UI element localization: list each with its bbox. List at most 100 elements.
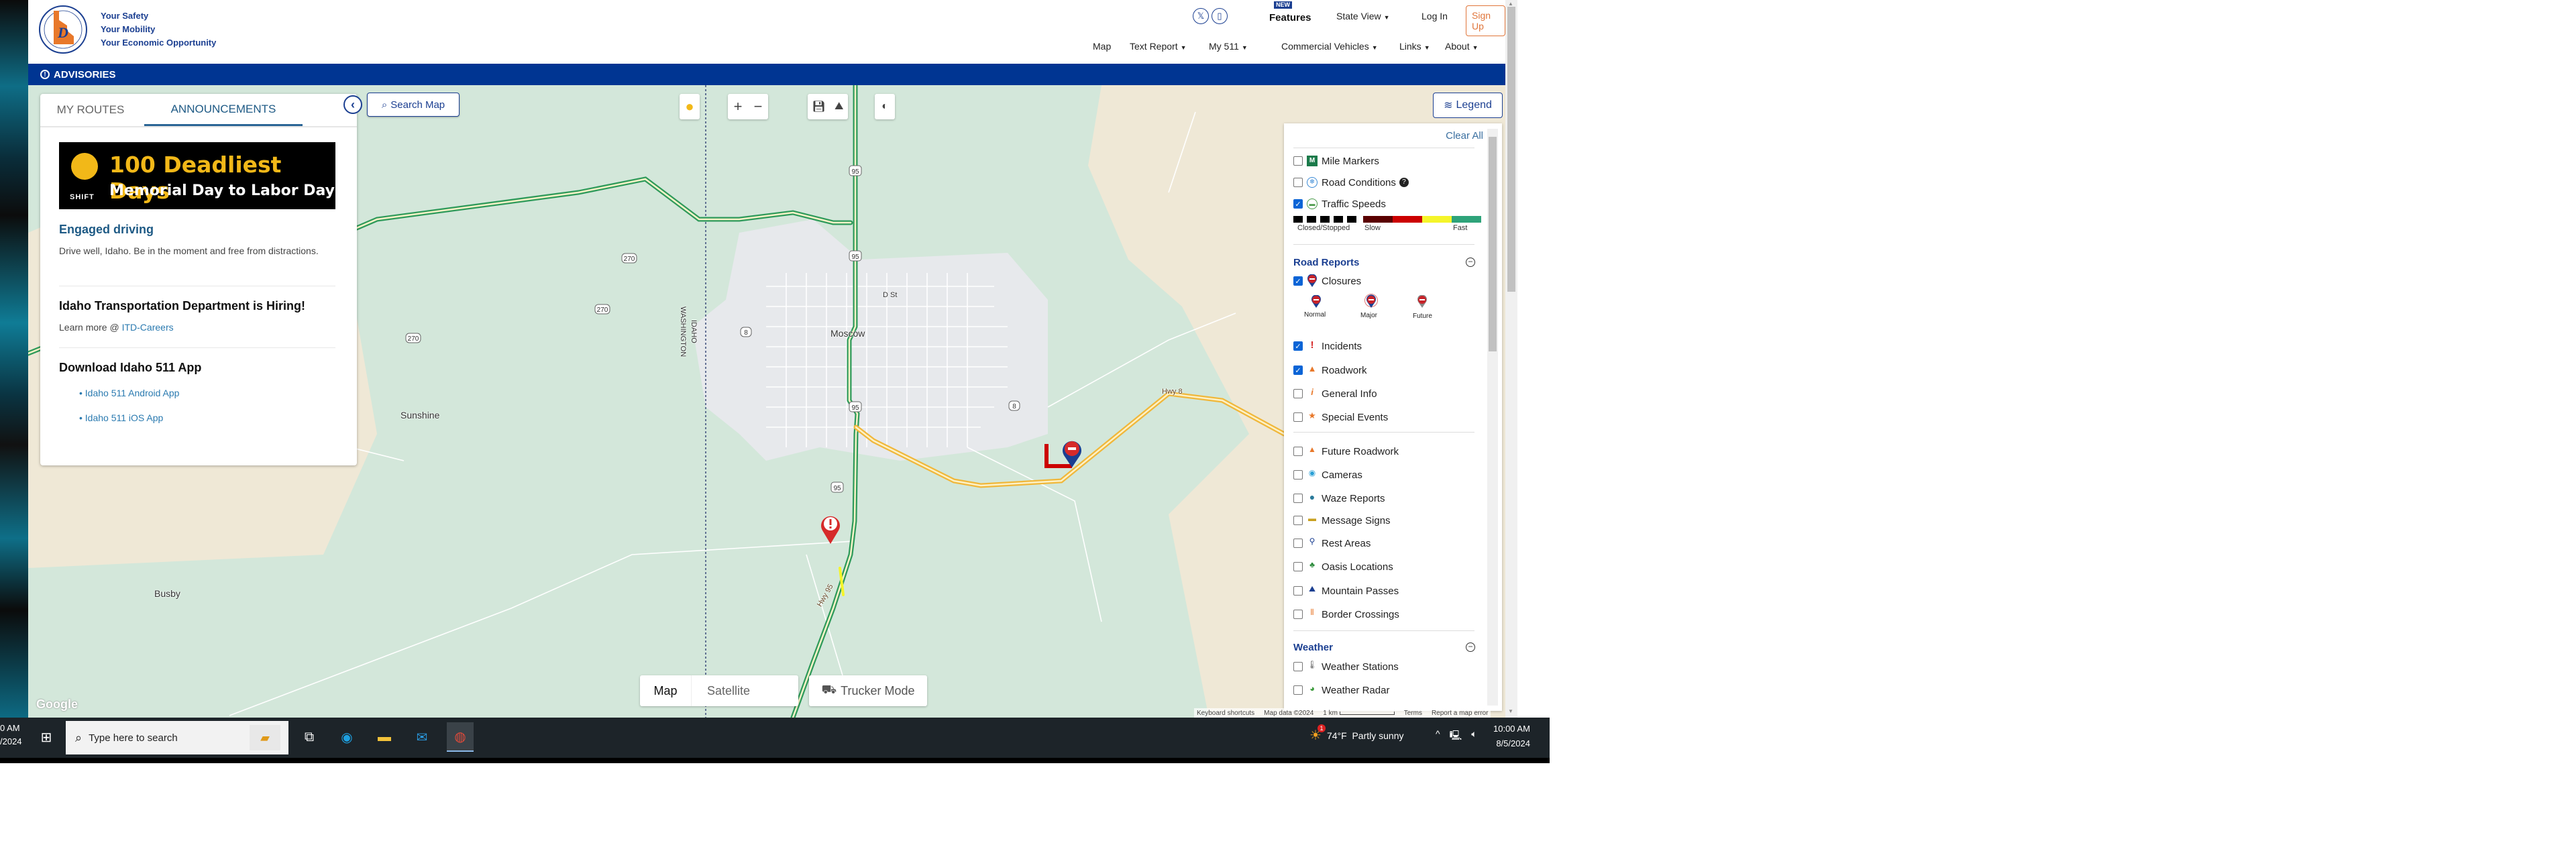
- page-scrollbar[interactable]: ▲ ▼: [1505, 0, 1517, 718]
- collapse-panel-button[interactable]: ‹: [343, 95, 362, 114]
- checkbox[interactable]: [1293, 156, 1303, 166]
- itd-logo[interactable]: D: [38, 3, 89, 56]
- clear-all-link[interactable]: Clear All: [1446, 130, 1483, 142]
- legend-item-special-events[interactable]: ★ Special Events: [1293, 409, 1388, 425]
- taskbar-search-box[interactable]: ⌕ Type here to search ▰: [66, 721, 288, 754]
- legend-item-general-info[interactable]: i General Info: [1293, 386, 1377, 402]
- save-map-controls: 💾︎ ⛰︎: [808, 94, 848, 119]
- legend-item-label: Border Crossings: [1322, 608, 1399, 620]
- legend-item-road-conditions[interactable]: ❄ Road Conditions?: [1293, 174, 1409, 190]
- map-layers-icon[interactable]: ⛰︎: [835, 101, 843, 113]
- nav-commercial-vehicles[interactable]: Commercial Vehicles ▼: [1281, 41, 1378, 52]
- legend-item-weather-stations[interactable]: 🌡︎ Weather Stations: [1293, 659, 1399, 675]
- legend-item-mountain-passes[interactable]: ⛰ Mountain Passes: [1293, 583, 1399, 599]
- zoom-in-icon[interactable]: +: [734, 98, 743, 115]
- checkbox-checked[interactable]: ✓: [1293, 276, 1303, 286]
- deadliest-days-banner[interactable]: SHIFT 100 Deadliest Days Memorial Day to…: [59, 142, 335, 209]
- trucker-mode-button[interactable]: ⛟ Trucker Mode: [809, 675, 927, 706]
- save-icon[interactable]: 💾︎: [812, 100, 826, 113]
- checkbox-checked[interactable]: ✓: [1293, 199, 1303, 209]
- help-icon[interactable]: ?: [1399, 178, 1409, 187]
- legend-button[interactable]: ≋ Legend: [1433, 93, 1503, 118]
- legend-item-incidents[interactable]: ✓! Incidents: [1293, 338, 1362, 354]
- tab-announcements[interactable]: ANNOUNCEMENTS: [144, 94, 303, 126]
- legend-item-oasis-locations[interactable]: ♣ Oasis Locations: [1293, 559, 1393, 575]
- legend-scroll-thumb[interactable]: [1489, 137, 1497, 351]
- sign-up-button[interactable]: Sign Up: [1466, 5, 1505, 36]
- legend-item-rest-areas[interactable]: ⚲ Rest Areas: [1293, 535, 1371, 551]
- checkbox[interactable]: [1293, 178, 1303, 187]
- checkbox[interactable]: [1293, 662, 1303, 671]
- checkbox[interactable]: [1293, 610, 1303, 619]
- briefcase-icon[interactable]: ▰: [250, 725, 280, 750]
- checkbox[interactable]: [1293, 586, 1303, 596]
- legend-item-weather-radar[interactable]: ◕ Weather Radar: [1293, 682, 1389, 698]
- task-view-icon[interactable]: ⧉: [298, 726, 321, 748]
- terms-link[interactable]: Terms: [1404, 710, 1422, 717]
- log-in-link[interactable]: Log In: [1421, 11, 1448, 21]
- advisories-bar[interactable]: ! ADVISORIES: [28, 64, 1505, 85]
- features-link[interactable]: Features: [1269, 12, 1311, 23]
- street-view-pegman[interactable]: ●: [680, 94, 700, 119]
- file-explorer-icon[interactable]: ▬: [373, 726, 396, 748]
- zoom-out-icon[interactable]: −: [754, 98, 763, 115]
- scale-bar[interactable]: 1 km: [1323, 710, 1395, 717]
- taskbar-weather-widget[interactable]: ☀ 1 74°F Partly sunny: [1309, 724, 1403, 744]
- ios-app-link[interactable]: • Idaho 511 iOS App: [79, 412, 163, 423]
- checkbox-checked[interactable]: ✓: [1293, 366, 1303, 375]
- legend-item-border-crossings[interactable]: ⦀ Border Crossings: [1293, 606, 1399, 622]
- legend-item-message-signs[interactable]: ▬ Message Signs: [1293, 512, 1391, 528]
- checkbox[interactable]: [1293, 470, 1303, 480]
- legend-item-label: General Info: [1322, 388, 1377, 400]
- legend-item-cameras[interactable]: ◉ Cameras: [1293, 467, 1362, 483]
- nav-my-511[interactable]: My 511 ▼: [1209, 41, 1248, 52]
- legend-item-waze-reports[interactable]: ● Waze Reports: [1293, 490, 1385, 506]
- checkbox[interactable]: [1293, 447, 1303, 456]
- volume-icon[interactable]: 🔈︎: [1471, 728, 1477, 744]
- tab-my-routes[interactable]: MY ROUTES: [40, 94, 141, 126]
- tray-expand-chevron-icon[interactable]: ^: [1436, 728, 1440, 744]
- legend-scrollbar[interactable]: [1487, 129, 1498, 706]
- itd-careers-link[interactable]: ITD-Careers: [122, 322, 174, 333]
- chrome-browser-icon[interactable]: ◍: [447, 722, 474, 752]
- legend-item-mile-markers[interactable]: M Mile Markers: [1293, 153, 1379, 169]
- collapse-minus-icon[interactable]: −: [1466, 258, 1475, 267]
- checkbox[interactable]: [1293, 494, 1303, 503]
- edge-browser-icon[interactable]: ◉: [335, 726, 358, 748]
- mobile-app-icon[interactable]: ▯: [1212, 8, 1228, 24]
- x-twitter-icon[interactable]: 𝕏: [1193, 8, 1209, 24]
- checkbox[interactable]: [1293, 389, 1303, 398]
- state-view-dropdown[interactable]: State View ▼: [1336, 11, 1390, 21]
- taskbar-clock[interactable]: 10:00 AM 8/5/2024: [1493, 722, 1530, 751]
- legend-item-roadwork[interactable]: ✓ ▲ Roadwork: [1293, 362, 1367, 378]
- checkbox-checked[interactable]: ✓: [1293, 341, 1303, 351]
- contrast-icon: ◐: [881, 101, 888, 112]
- nav-about[interactable]: About ▼: [1445, 41, 1479, 52]
- page-scroll-thumb[interactable]: [1507, 7, 1515, 292]
- scroll-down-arrow-icon[interactable]: ▼: [1508, 708, 1513, 714]
- map-type-satellite[interactable]: Satellite: [692, 675, 765, 706]
- scroll-up-arrow-icon[interactable]: ▲: [1508, 1, 1513, 7]
- legend-item-closures[interactable]: ✓ Closures: [1293, 273, 1361, 289]
- mail-icon[interactable]: ✉: [411, 726, 433, 748]
- legend-item-future-roadwork[interactable]: ▲ Future Roadwork: [1293, 443, 1399, 459]
- nav-links[interactable]: Links ▼: [1399, 41, 1430, 52]
- nav-text-report[interactable]: Text Report ▼: [1130, 41, 1187, 52]
- search-map-button[interactable]: ⌕ Search Map: [367, 93, 460, 117]
- collapse-minus-icon[interactable]: −: [1466, 642, 1475, 652]
- android-app-link[interactable]: • Idaho 511 Android App: [79, 388, 179, 398]
- report-map-error-link[interactable]: Report a map error: [1432, 710, 1488, 717]
- contrast-toggle[interactable]: ◐: [875, 94, 895, 119]
- checkbox[interactable]: [1293, 685, 1303, 695]
- network-icon[interactable]: 🖳︎: [1450, 728, 1462, 744]
- legend-item-traffic-speeds[interactable]: ✓ ▬ Traffic Speeds: [1293, 196, 1386, 212]
- checkbox[interactable]: [1293, 516, 1303, 525]
- map-type-map[interactable]: Map: [640, 675, 692, 706]
- nav-map[interactable]: Map: [1093, 41, 1111, 52]
- windows-start-icon[interactable]: ⊞: [35, 726, 58, 748]
- checkbox[interactable]: [1293, 412, 1303, 422]
- checkbox[interactable]: [1293, 539, 1303, 548]
- checkbox[interactable]: [1293, 562, 1303, 571]
- keyboard-shortcuts-link[interactable]: Keyboard shortcuts: [1197, 710, 1254, 717]
- shield-270: 270: [405, 333, 421, 343]
